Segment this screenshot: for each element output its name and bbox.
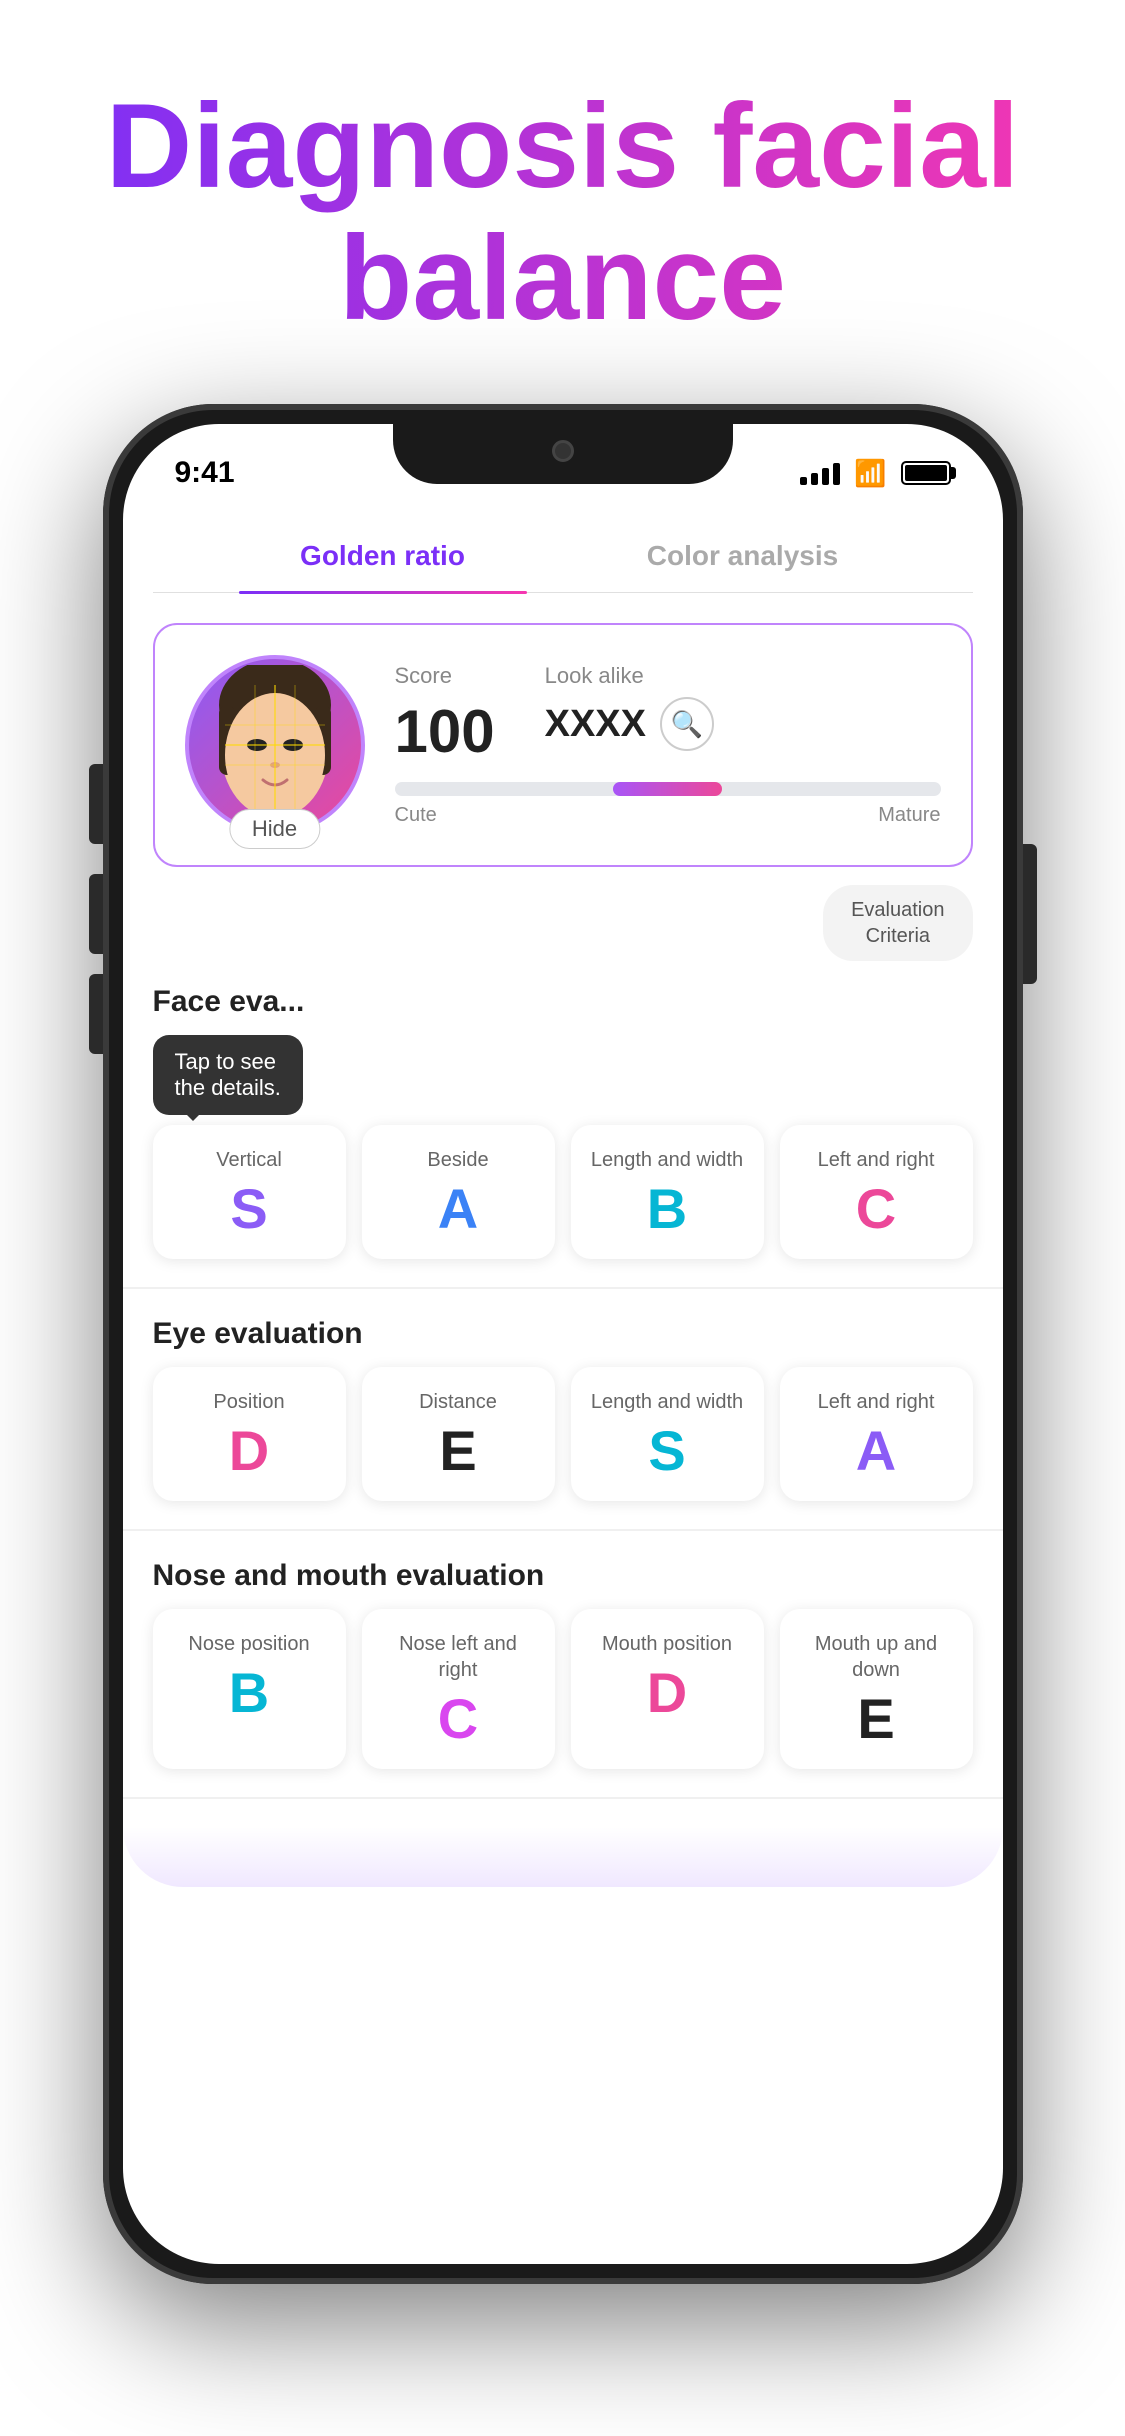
eye-grade-position: D: [229, 1423, 269, 1479]
eye-eval-grid: Position D Distance E Length and width S…: [123, 1367, 1003, 1501]
cute-label: Cute: [395, 804, 437, 827]
look-alike-row: XXXX 🔍: [545, 697, 714, 751]
look-alike-label: Look alike: [545, 663, 714, 689]
phone-wrapper: 9:41 📶 Golden ratio Color analys: [0, 384, 1125, 2364]
hero-title: Diagnosis facial balance: [40, 80, 1085, 344]
score-value: 100: [395, 698, 495, 765]
eval-criteria-wrap: EvaluationCriteria: [153, 885, 973, 961]
wifi-icon: 📶: [854, 458, 886, 489]
face-card-beside[interactable]: Beside A: [362, 1125, 555, 1259]
eye-grade-distance: E: [439, 1423, 476, 1479]
face-label-left-right: Left and right: [818, 1147, 935, 1173]
avatar: [185, 655, 365, 835]
battery-icon: [901, 461, 951, 485]
face-label-vertical: Vertical: [216, 1147, 282, 1173]
eval-criteria-button[interactable]: EvaluationCriteria: [823, 885, 972, 961]
face-grade-length-width: B: [647, 1181, 687, 1237]
nose-card-left-right[interactable]: Nose left and right C: [362, 1609, 555, 1769]
score-row: Score 100 Look alike XXXX 🔍: [395, 663, 941, 766]
eye-card-length-width[interactable]: Length and width S: [571, 1367, 764, 1501]
notch: [393, 424, 733, 484]
eye-label-length-width: Length and width: [591, 1389, 743, 1415]
tab-bar: Golden ratio Color analysis: [153, 504, 973, 593]
phone-screen: 9:41 📶 Golden ratio Color analys: [123, 424, 1003, 2264]
hero-section: Diagnosis facial balance: [0, 0, 1125, 384]
bar-track: [395, 782, 941, 796]
eye-card-position[interactable]: Position D: [153, 1367, 346, 1501]
face-label-beside: Beside: [427, 1147, 488, 1173]
face-grade-beside: A: [438, 1181, 478, 1237]
eye-label-left-right: Left and right: [818, 1389, 935, 1415]
divider-2: [123, 1529, 1003, 1531]
look-alike-value: XXXX: [545, 703, 646, 746]
nose-grade-left-right: C: [438, 1691, 478, 1747]
face-svg: [195, 665, 355, 825]
look-alike-col: Look alike XXXX 🔍: [545, 663, 714, 766]
tab-color-analysis[interactable]: Color analysis: [563, 524, 923, 592]
face-card-length-width[interactable]: Length and width B: [571, 1125, 764, 1259]
notch-camera: [552, 440, 574, 462]
eye-card-distance[interactable]: Distance E: [362, 1367, 555, 1501]
status-time: 9:41: [175, 456, 235, 490]
score-info: Score 100 Look alike XXXX 🔍: [395, 663, 941, 827]
face-eval-title: Face eva...: [153, 985, 973, 1019]
score-col: Score 100: [395, 663, 495, 766]
mouth-card-up-down[interactable]: Mouth up and down E: [780, 1609, 973, 1769]
eye-eval-title: Eye evaluation: [153, 1317, 973, 1351]
search-button[interactable]: 🔍: [660, 697, 714, 751]
nose-grade-position: B: [229, 1665, 269, 1721]
face-grade-vertical: S: [230, 1181, 267, 1237]
phone-shell: 9:41 📶 Golden ratio Color analys: [103, 404, 1023, 2284]
mouth-label-up-down: Mouth up and down: [796, 1631, 957, 1683]
tab-golden-ratio[interactable]: Golden ratio: [203, 524, 563, 592]
bar-labels: Cute Mature: [395, 804, 941, 827]
nose-label-left-right: Nose left and right: [378, 1631, 539, 1683]
nose-mouth-eval-title: Nose and mouth evaluation: [153, 1559, 973, 1593]
eye-label-position: Position: [213, 1389, 284, 1415]
eye-grade-left-right: A: [856, 1423, 896, 1479]
tooltip-bubble: Tap to seethe details.: [153, 1035, 303, 1115]
status-icons: 📶: [800, 458, 950, 489]
face-eval-grid: Vertical S Beside A Length and width B L…: [123, 1125, 1003, 1259]
divider-1: [123, 1287, 1003, 1289]
score-label: Score: [395, 663, 495, 689]
mouth-grade-up-down: E: [857, 1691, 894, 1747]
score-card: Hide Score 100 Look alike XXXX 🔍: [153, 623, 973, 867]
avatar-hide-label[interactable]: Hide: [229, 809, 320, 849]
nose-label-position: Nose position: [188, 1631, 309, 1657]
avatar-wrap: Hide: [185, 655, 365, 835]
eye-label-distance: Distance: [419, 1389, 497, 1415]
mouth-grade-position: D: [647, 1665, 687, 1721]
signal-icon: [800, 461, 840, 485]
eye-grade-length-width: S: [648, 1423, 685, 1479]
face-grade-left-right: C: [856, 1181, 896, 1237]
maturity-bar: Cute Mature: [395, 782, 941, 827]
mouth-label-position: Mouth position: [602, 1631, 732, 1657]
face-card-vertical[interactable]: Vertical S: [153, 1125, 346, 1259]
face-card-left-right[interactable]: Left and right C: [780, 1125, 973, 1259]
nose-mouth-eval-grid: Nose position B Nose left and right C Mo…: [123, 1609, 1003, 1769]
face-label-length-width: Length and width: [591, 1147, 743, 1173]
battery-fill: [905, 465, 947, 481]
eye-card-left-right[interactable]: Left and right A: [780, 1367, 973, 1501]
bar-fill: [613, 782, 722, 796]
bottom-gradient: [123, 1827, 1003, 1887]
nose-card-position[interactable]: Nose position B: [153, 1609, 346, 1769]
mature-label: Mature: [878, 804, 940, 827]
divider-3: [123, 1797, 1003, 1799]
mouth-card-position[interactable]: Mouth position D: [571, 1609, 764, 1769]
